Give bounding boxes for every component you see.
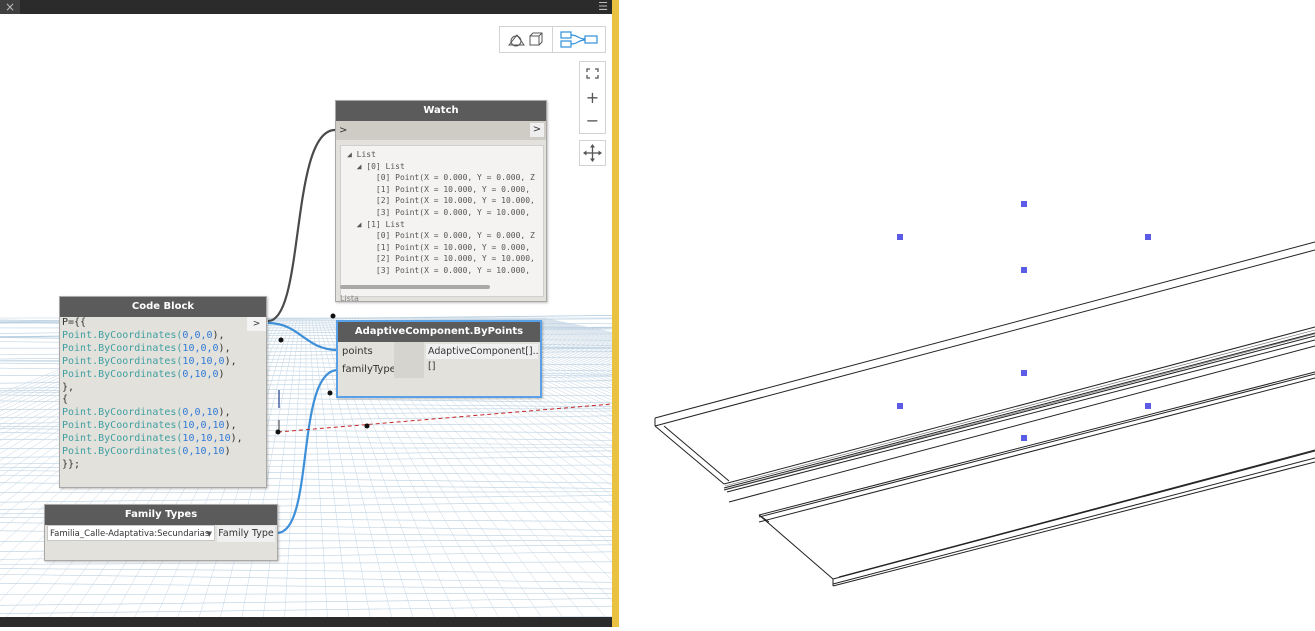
family-types-node[interactable]: Family Types Familia_Calle-Adaptativa:Se… — [44, 504, 278, 561]
family-type-selected: Familia_Calle-Adaptativa:Secundarias — [50, 529, 209, 539]
watch-node-title: Watch — [336, 101, 546, 121]
geometry-view-icon[interactable] — [500, 27, 552, 52]
watch-output-tree[interactable]: ◢ List ◢ [0] List [0] Point(X = 0.000, Y… — [340, 145, 544, 297]
adaptive-point[interactable] — [897, 403, 903, 409]
adaptive-output-port[interactable]: AdaptiveComponent[]..[] — [426, 344, 538, 359]
code-line: { — [62, 394, 243, 407]
road-model — [619, 0, 1315, 627]
graph-view-icon[interactable] — [553, 27, 605, 52]
watch-scrollbar[interactable] — [340, 285, 490, 289]
watch-tree-line: [3] Point(X = 0.000, Y = 10.000, — [347, 266, 530, 275]
zoom-fit-icon[interactable] — [580, 62, 605, 85]
watch-input-port[interactable]: > — [339, 125, 347, 136]
watch-tree-line: ◢ [1] List — [347, 220, 405, 229]
code-line: Point.ByCoordinates(10,10,0), — [62, 356, 243, 369]
adaptive-point[interactable] — [1145, 403, 1151, 409]
watch-output-port[interactable]: > — [530, 123, 544, 137]
panel-divider[interactable] — [612, 0, 619, 627]
watch-port-row — [336, 121, 546, 140]
family-type-dropdown[interactable]: Familia_Calle-Adaptativa:Secundarias ▼ — [47, 525, 215, 541]
adaptive-point[interactable] — [1021, 201, 1027, 207]
watch-tree-line: ◢ [0] List — [347, 162, 405, 171]
code-block-title: Code Block — [60, 297, 266, 317]
family-type-input-port[interactable]: familyType — [342, 364, 396, 375]
revit-3d-view[interactable] — [619, 0, 1315, 627]
watch-tree-line: [0] Point(X = 0.000, Y = 0.000, Z — [347, 173, 535, 182]
watch-node[interactable]: Watch > > ◢ List ◢ [0] List [0] Point(X … — [335, 100, 547, 302]
watch-tree-line: [2] Point(X = 10.000, Y = 10.000, — [347, 254, 535, 263]
port-separator — [394, 342, 424, 378]
adaptive-component-title: AdaptiveComponent.ByPoints — [338, 322, 540, 342]
watch-tree-line: [2] Point(X = 10.000, Y = 10.000, — [347, 196, 535, 205]
family-type-output-port[interactable]: Family Type — [217, 526, 275, 542]
zoom-panel: + − — [579, 61, 606, 134]
family-types-title: Family Types — [45, 505, 277, 525]
adaptive-point[interactable] — [897, 234, 903, 240]
status-bar — [0, 617, 612, 627]
code-line: Point.ByCoordinates(10,10,10), — [62, 433, 243, 446]
wire-code-to-watch — [268, 130, 335, 321]
watch-footer-label: Lista — [340, 294, 359, 303]
wire-code-to-adaptive — [268, 323, 338, 350]
code-line: }, — [62, 382, 243, 395]
adaptive-component-node[interactable]: AdaptiveComponent.ByPoints points family… — [336, 320, 542, 398]
points-input-port[interactable]: points — [342, 346, 373, 357]
view-toggle — [499, 26, 606, 53]
zoom-out-button[interactable]: − — [580, 109, 605, 132]
chevron-down-icon: ▼ — [207, 526, 212, 542]
close-icon[interactable]: × — [0, 0, 20, 14]
pan-icon[interactable] — [579, 140, 606, 166]
code-line: Point.ByCoordinates(0,10,10) — [62, 446, 243, 459]
watch-tree-line: [1] Point(X = 10.000, Y = 0.000, — [347, 185, 530, 194]
dynamo-workspace[interactable]: × ☰ — [0, 0, 612, 627]
adaptive-point[interactable] — [1021, 370, 1027, 376]
adaptive-point[interactable] — [1021, 435, 1027, 441]
code-line: Point.ByCoordinates(0,10,0) — [62, 369, 243, 382]
watch-tree-line: [3] Point(X = 0.000, Y = 10.000, — [347, 208, 530, 217]
code-line: }}; — [62, 459, 243, 472]
adaptive-point[interactable] — [1021, 267, 1027, 273]
zoom-in-button[interactable]: + — [580, 86, 605, 109]
watch-tree-line: [0] Point(X = 0.000, Y = 0.000, Z — [347, 231, 535, 240]
menu-icon[interactable]: ☰ — [598, 0, 608, 14]
code-block-output-port[interactable]: > — [247, 317, 266, 331]
code-line: Point.ByCoordinates(10,0,0), — [62, 343, 243, 356]
code-line: Point.ByCoordinates(10,0,10), — [62, 420, 243, 433]
watch-tree-line: ◢ List — [347, 150, 376, 159]
code-block-editor[interactable]: P={{Point.ByCoordinates(0,0,0),Point.ByC… — [62, 317, 243, 472]
code-line: Point.ByCoordinates(0,0,10), — [62, 407, 243, 420]
code-line: Point.ByCoordinates(0,0,0), — [62, 330, 243, 343]
adaptive-point[interactable] — [1145, 234, 1151, 240]
watch-tree-line: [1] Point(X = 10.000, Y = 0.000, — [347, 243, 530, 252]
code-line: P={{ — [62, 317, 243, 330]
title-bar: × ☰ — [0, 0, 612, 14]
code-block-node[interactable]: Code Block P={{Point.ByCoordinates(0,0,0… — [59, 296, 267, 488]
